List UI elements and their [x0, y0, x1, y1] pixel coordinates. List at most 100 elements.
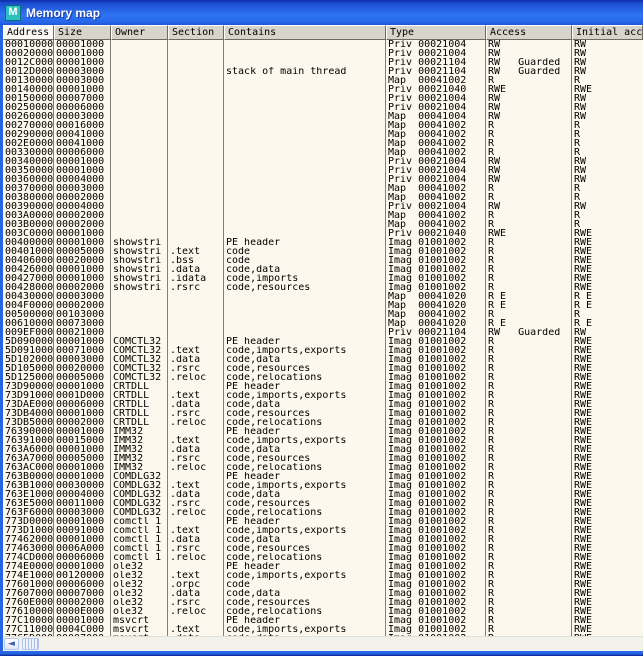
title-bar[interactable]: M Memory map: [0, 0, 643, 25]
table-row[interactable]: 009EF00000021000Priv 00021104RW GuardedR…: [3, 328, 643, 337]
table-row[interactable]: 7746200000001000comctl_1.datacode,dataIm…: [3, 535, 643, 544]
column-header-address[interactable]: Address: [3, 25, 54, 40]
cell-section: [168, 112, 224, 121]
table-row[interactable]: 763B100000030000COMDLG32.textcode,import…: [3, 481, 643, 490]
table-row[interactable]: 77C1000000001000msvcrtPE headerImag 0100…: [3, 616, 643, 625]
table-row[interactable]: 0037000000003000Map 00041002RR: [3, 184, 643, 193]
table-row[interactable]: 773D100000091000comctl_1.textcode,import…: [3, 526, 643, 535]
table-row[interactable]: 0040000000001000showstriPE headerImag 01…: [3, 238, 643, 247]
scrollbar-thumb[interactable]: [22, 638, 39, 650]
table-row[interactable]: 0043000000003000Map 00041020R ER E: [3, 292, 643, 301]
column-header-section[interactable]: Section: [168, 25, 224, 40]
cell-section: [168, 319, 224, 328]
cell-type: Imag 01001002: [386, 337, 486, 346]
table-row[interactable]: 0061000000073000Map 00041020R ER E: [3, 319, 643, 328]
table-row[interactable]: 774E000000001000ole32PE headerImag 01001…: [3, 562, 643, 571]
cell-size: 00071000: [54, 346, 111, 355]
table-row[interactable]: 0025000000006000Priv 00021004RWRW: [3, 103, 643, 112]
table-row[interactable]: 0042600000001000showstri.datacode,dataIm…: [3, 265, 643, 274]
table-row[interactable]: 0027000000016000Map 00041002RR: [3, 121, 643, 130]
table-row[interactable]: 003B000000002000Map 00041002RR: [3, 220, 643, 229]
cell-access: RW: [486, 40, 572, 49]
cell-address: 002E0000: [3, 139, 54, 148]
table-row[interactable]: 7760100000006000ole32.orpccodeImag 01001…: [3, 580, 643, 589]
cell-contains: [224, 175, 386, 184]
table-row[interactable]: 5D10500000020000COMCTL32.rsrccode,resour…: [3, 364, 643, 373]
column-header-owner[interactable]: Owner: [111, 25, 168, 40]
column-header-type[interactable]: Type: [386, 25, 486, 40]
horizontal-scrollbar[interactable]: ◄: [3, 636, 643, 651]
table-row[interactable]: 5D12500000005000COMCTL32.reloccode,reloc…: [3, 373, 643, 382]
table-row[interactable]: 763A700000005000IMM32.rsrccode,resources…: [3, 454, 643, 463]
cell-owner: [111, 301, 168, 310]
table-row[interactable]: 0014000000001000Priv 00021040RWERWE: [3, 85, 643, 94]
table-row[interactable]: 776100000000E000ole32.reloccode,relocati…: [3, 607, 643, 616]
table-row[interactable]: 763AC00000001000IMM32.reloccode,relocati…: [3, 463, 643, 472]
window-icon[interactable]: M: [5, 5, 21, 21]
cell-initial-access: R: [572, 220, 643, 229]
table-row[interactable]: 0033000000006000Map 00041002RR: [3, 148, 643, 157]
cell-size: 00041000: [54, 130, 111, 139]
table-row[interactable]: 73DB400000001000CRTDLL.rsrccode,resource…: [3, 409, 643, 418]
cell-section: [168, 175, 224, 184]
column-header-initial-access[interactable]: Initial acc: [572, 25, 643, 40]
cell-access: R: [486, 247, 572, 256]
cell-initial-access: RWE: [572, 481, 643, 490]
table-row[interactable]: 5D09000000001000COMCTL32PE headerImag 01…: [3, 337, 643, 346]
column-header-contains[interactable]: Contains: [224, 25, 386, 40]
cell-section: [168, 517, 224, 526]
table-row[interactable]: 0035000000001000Priv 00021004RWRW: [3, 166, 643, 175]
column-header-access[interactable]: Access: [486, 25, 572, 40]
table-row[interactable]: 774CD00000006000comctl_1.reloccode,reloc…: [3, 553, 643, 562]
table-row[interactable]: 0015000000007000Priv 00021004RWRW: [3, 94, 643, 103]
table-row[interactable]: 0040600000020000showstri.bsscodeImag 010…: [3, 256, 643, 265]
table-row[interactable]: 5D09100000071000COMCTL32.textcode,import…: [3, 346, 643, 355]
table-row[interactable]: 0012C00000001000Priv 00021104RW GuardedR…: [3, 58, 643, 67]
table-row[interactable]: 0042700000001000showstri.idatacode,impor…: [3, 274, 643, 283]
table-row[interactable]: 773D000000001000comctl_1PE headerImag 01…: [3, 517, 643, 526]
cell-section: [168, 166, 224, 175]
table-row[interactable]: 0012D00000003000stack of main threadPriv…: [3, 67, 643, 76]
table-row[interactable]: 0001000000001000Priv 00021004RWRW: [3, 40, 643, 49]
scroll-left-button[interactable]: ◄: [4, 638, 19, 650]
cell-owner: [111, 130, 168, 139]
cell-address: 763B1000: [3, 481, 54, 490]
cell-section: .rsrc: [168, 283, 224, 292]
table-row[interactable]: 003A000000002000Map 00041002RR: [3, 211, 643, 220]
column-header-size[interactable]: Size: [54, 25, 111, 40]
table-row[interactable]: 002E000000041000Map 00041002RR: [3, 139, 643, 148]
cell-access: R: [486, 580, 572, 589]
table-row[interactable]: 004F000000002000Map 00041020R ER E: [3, 301, 643, 310]
table-row[interactable]: 73D9000000001000CRTDLLPE headerImag 0100…: [3, 382, 643, 391]
table-row[interactable]: 763F600000003000COMDLG32.reloccode,reloc…: [3, 508, 643, 517]
table-row[interactable]: 0029000000041000Map 00041002RR: [3, 130, 643, 139]
table-row[interactable]: 763E100000004000COMDLG32.datacode,dataIm…: [3, 490, 643, 499]
cell-contains: code,data: [224, 355, 386, 364]
table-row[interactable]: 7760700000007000ole32.datacode,dataImag …: [3, 589, 643, 598]
table-row[interactable]: 7639000000001000IMM32PE headerImag 01001…: [3, 427, 643, 436]
table-row[interactable]: 0034000000001000Priv 00021004RWRW: [3, 157, 643, 166]
table-row[interactable]: 7760E00000002000ole32.rsrccode,resources…: [3, 598, 643, 607]
table-row[interactable]: 763A600000001000IMM32.datacode,dataImag …: [3, 445, 643, 454]
table-row[interactable]: 003C000000001000Priv 00021040RWERWE: [3, 229, 643, 238]
table-row[interactable]: 0038000000002000Map 00041002RR: [3, 193, 643, 202]
table-row[interactable]: 0040100000005000showstri.textcodeImag 01…: [3, 247, 643, 256]
table-row[interactable]: 0013000000003000Map 00041002RR: [3, 76, 643, 85]
table-row[interactable]: 77C110000004C000msvcrt.textcode,imports,…: [3, 625, 643, 634]
cell-type: Imag 01001002: [386, 607, 486, 616]
table-row[interactable]: 73D910000001D000CRTDLL.textcode,imports,…: [3, 391, 643, 400]
table-row[interactable]: 73DB500000002000CRTDLL.reloccode,relocat…: [3, 418, 643, 427]
table-row[interactable]: 774630000006A000comctl_1.rsrccode,resour…: [3, 544, 643, 553]
table-row[interactable]: 7639100000015000IMM32.textcode,imports,e…: [3, 436, 643, 445]
table-row[interactable]: 0050000000103000Map 00041002RR: [3, 310, 643, 319]
table-row[interactable]: 73DAE00000006000CRTDLL.datacode,dataImag…: [3, 400, 643, 409]
table-row[interactable]: 0002000000001000Priv 00021004RWRW: [3, 49, 643, 58]
table-row[interactable]: 5D10200000003000COMCTL32.datacode,dataIm…: [3, 355, 643, 364]
table-row[interactable]: 0042800000002000showstri.rsrccode,resour…: [3, 283, 643, 292]
table-row[interactable]: 0036000000004000Priv 00021004RWRW: [3, 175, 643, 184]
table-row[interactable]: 0026000000003000Map 00041004RWRW: [3, 112, 643, 121]
table-row[interactable]: 763B000000001000COMDLG32PE headerImag 01…: [3, 472, 643, 481]
table-row[interactable]: 0039000000004000Priv 00021004RWRW: [3, 202, 643, 211]
table-row[interactable]: 774E100000120000ole32.textcode,imports,e…: [3, 571, 643, 580]
table-row[interactable]: 763E500000011000COMDLG32.rsrccode,resour…: [3, 499, 643, 508]
